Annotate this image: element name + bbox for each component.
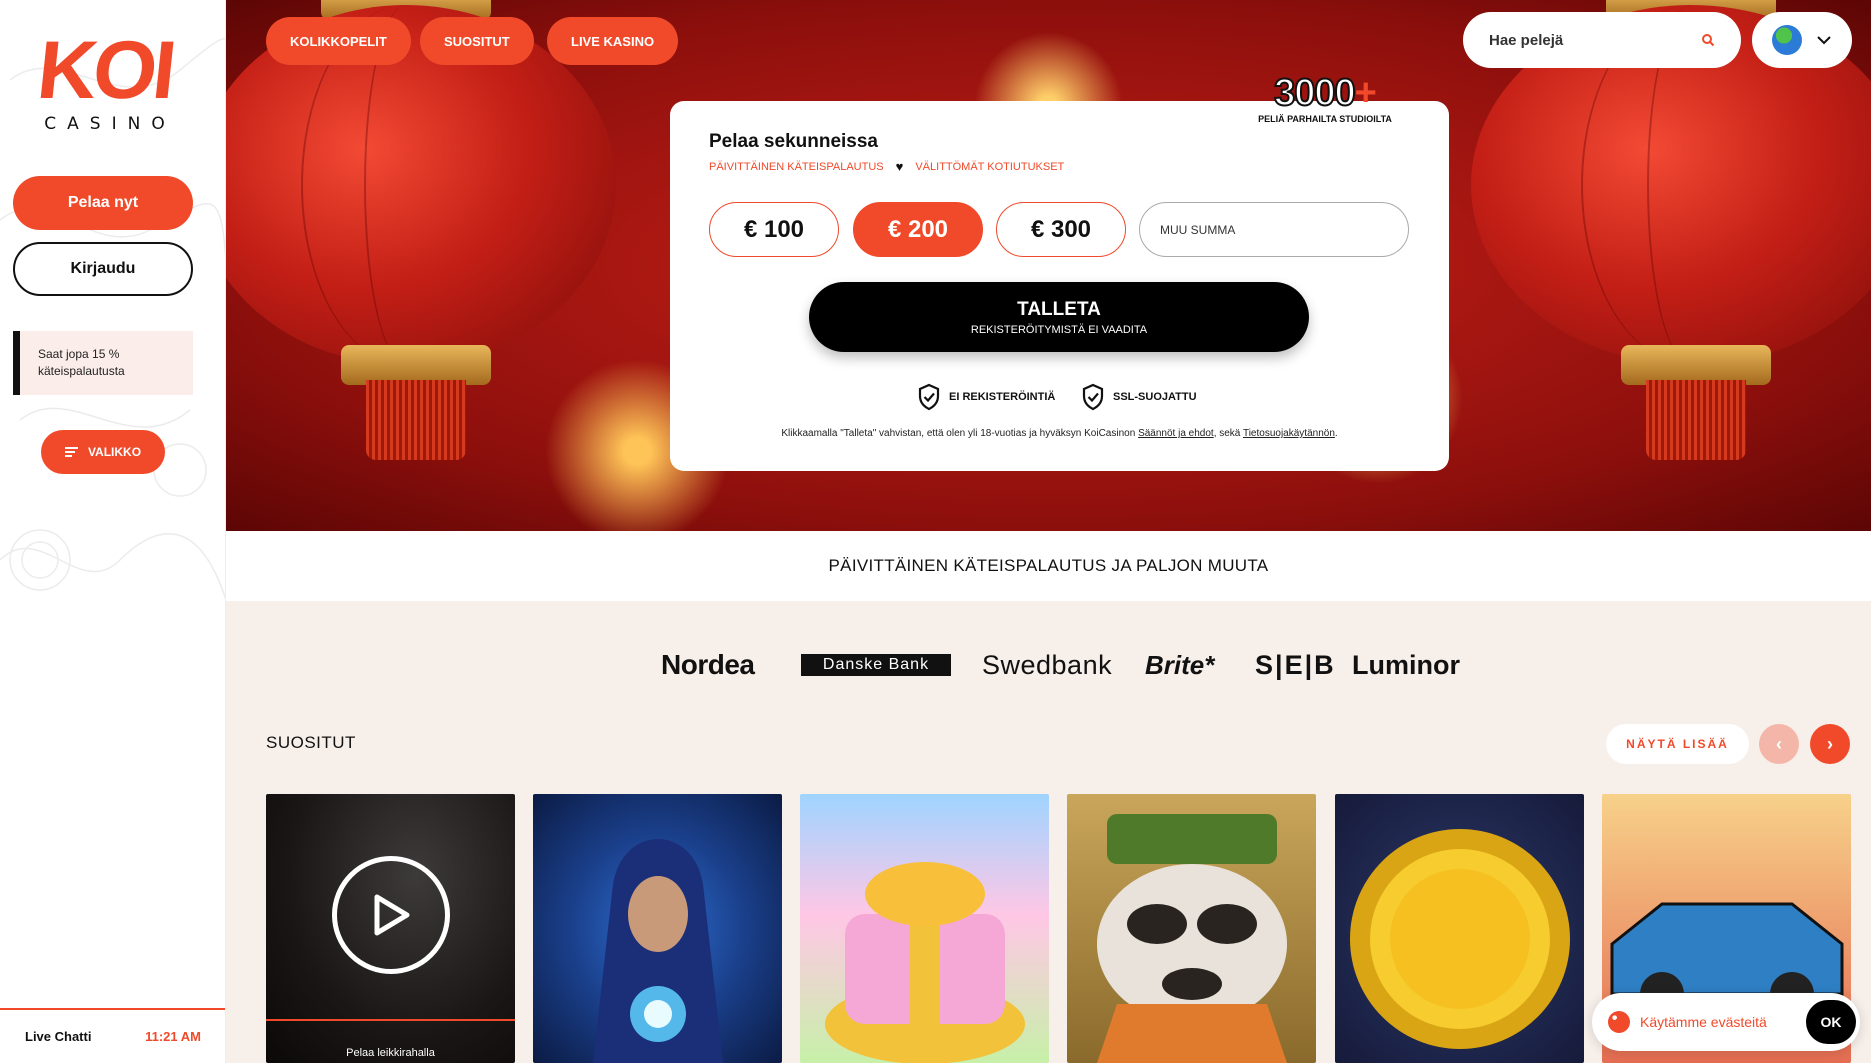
chevron-down-icon	[1817, 36, 1831, 45]
lantern-cap	[1621, 345, 1771, 385]
bank-logo-seb: S|E|B	[1255, 649, 1336, 680]
shield-check-icon	[918, 383, 940, 411]
trust-no-registration: EI REKISTERÖINTIÄ	[917, 383, 1055, 411]
nav-live-casino[interactable]: LIVE KASINO	[547, 17, 679, 65]
demo-play-label[interactable]: Pelaa leikkirahalla	[266, 1019, 515, 1063]
other-amount-field[interactable]	[1139, 202, 1409, 257]
nav-slots[interactable]: KOLIKKOPELIT	[266, 17, 411, 65]
legal-prefix: Klikkaamalla "Talleta" vahvistan, että o…	[781, 428, 1139, 439]
games-count-plus: +	[1354, 72, 1377, 114]
perk-cashback: PÄIVITTÄINEN KÄTEISPALAUTUS	[709, 160, 884, 173]
cookie-banner: Käytämme evästeitä OK	[1592, 993, 1860, 1051]
bank-logo-luminor: Luminor	[1352, 649, 1460, 680]
trust-ssl-label: SSL-SUOJATTU	[1113, 391, 1197, 403]
clock: 11:21 AM	[145, 1029, 201, 1044]
other-amount-input[interactable]	[1160, 222, 1390, 237]
popular-section-title: SUOSITUT	[266, 733, 356, 752]
legal-end: .	[1334, 428, 1338, 439]
hamburger-icon	[64, 447, 78, 457]
lantern-cap	[341, 345, 491, 385]
deposit-button-sublabel: REKISTERÖITYMISTÄ EI VAADITA	[970, 323, 1148, 336]
game-art-gift	[825, 862, 1025, 1063]
amount-300-button[interactable]: € 300	[996, 202, 1126, 257]
games-count: 3000+	[1245, 72, 1405, 114]
trust-no-registration-label: EI REKISTERÖINTIÄ	[949, 391, 1056, 403]
lantern-tassel	[1646, 380, 1746, 460]
game-tile[interactable]: Pelaa leikkirahalla	[266, 794, 515, 1063]
deposit-button[interactable]: TALLETA REKISTERÖITYMISTÄ EI VAADITA	[809, 282, 1309, 352]
sidebar: KOI CASINO Pelaa nyt Kirjaudu Saat jopa …	[0, 0, 226, 1063]
live-chat-bar[interactable]: Live Chatti 11:21 AM	[0, 1008, 225, 1063]
carousel-next-button[interactable]: ›	[1810, 724, 1850, 764]
search-input[interactable]	[1489, 31, 1679, 49]
bank-logo-nordea: Nordea	[661, 649, 755, 680]
logo-sub: CASINO	[44, 114, 176, 134]
chevron-left-icon: ‹	[1776, 733, 1782, 754]
perk-withdrawals: VÄLITTÖMÄT KOTIUTUKSET	[915, 160, 1065, 173]
chevron-right-icon: ›	[1827, 733, 1833, 754]
benefits-strip: PÄIVITTÄINEN KÄTEISPALAUTUS JA PALJON MU…	[226, 531, 1871, 601]
trust-ssl: SSL-SUOJATTU	[1081, 383, 1197, 411]
game-art-wizard	[593, 839, 723, 1063]
login-button[interactable]: Kirjaudu	[13, 242, 193, 296]
menu-label: VALIKKO	[87, 445, 142, 459]
game-tile[interactable]	[800, 794, 1049, 1063]
globe-icon	[1772, 25, 1802, 55]
bank-logo-danske: Danske Bank	[801, 654, 951, 676]
play-icon[interactable]	[332, 856, 450, 974]
bank-logo-swedbank: Swedbank	[982, 649, 1113, 680]
games-count-badge: 3000+ PELIÄ PARHAILTA STUDIOILTA	[1245, 72, 1405, 124]
carousel-prev-button[interactable]: ‹	[1759, 724, 1799, 764]
cookie-ok-button[interactable]: OK	[1806, 1000, 1856, 1044]
bank-logo-brite: Brite*	[1145, 649, 1215, 680]
game-tile[interactable]	[533, 794, 782, 1063]
games-count-subtitle: PELIÄ PARHAILTA STUDIOILTA	[1258, 114, 1392, 124]
language-selector[interactable]	[1752, 12, 1852, 68]
heart-icon: ♥	[895, 159, 904, 174]
game-tile[interactable]	[1335, 794, 1584, 1063]
legal-mid: , sekä	[1213, 428, 1243, 439]
play-now-button[interactable]: Pelaa nyt	[13, 176, 193, 230]
game-art-raccoon	[1097, 814, 1287, 1063]
deposit-title: Pelaa sekunneissa	[709, 131, 878, 152]
amount-100-button[interactable]: € 100	[709, 202, 839, 257]
search-bar[interactable]	[1463, 12, 1741, 68]
show-more-button[interactable]: NÄYTÄ LISÄÄ	[1606, 724, 1749, 764]
deposit-card: Pelaa sekunneissa PÄIVITTÄINEN KÄTEISPAL…	[670, 101, 1449, 471]
game-art-coin	[1350, 829, 1570, 1049]
menu-button[interactable]: VALIKKO	[41, 430, 165, 474]
search-icon[interactable]	[1701, 33, 1715, 47]
games-count-number: 3000	[1273, 72, 1357, 114]
terms-link[interactable]: Säännöt ja ehdot	[1138, 428, 1214, 439]
lantern-tassel	[366, 380, 466, 460]
nav-popular[interactable]: SUOSITUT	[420, 17, 534, 65]
shield-check-icon	[1082, 383, 1104, 411]
logo-main: KOI	[33, 25, 177, 116]
cookie-icon	[1608, 1011, 1630, 1033]
cookie-text: Käytämme evästeitä	[1640, 1014, 1767, 1030]
live-chat-label[interactable]: Live Chatti	[25, 1029, 91, 1044]
deposit-button-label: TALLETA	[1017, 298, 1101, 320]
amount-200-button[interactable]: € 200	[853, 202, 983, 257]
privacy-link[interactable]: Tietosuojakäytännön	[1243, 428, 1335, 439]
cashback-promo: Saat jopa 15 % käteispalautusta	[13, 331, 193, 395]
legal-text: Klikkaamalla "Talleta" vahvistan, että o…	[670, 428, 1449, 439]
koi-casino-logo[interactable]: KOI CASINO	[30, 25, 180, 134]
game-tile[interactable]	[1067, 794, 1316, 1063]
benefits-text: PÄIVITTÄINEN KÄTEISPALAUTUS JA PALJON MU…	[828, 556, 1269, 575]
deposit-perks: PÄIVITTÄINEN KÄTEISPALAUTUS ♥ VÄLITTÖMÄT…	[709, 159, 1064, 174]
